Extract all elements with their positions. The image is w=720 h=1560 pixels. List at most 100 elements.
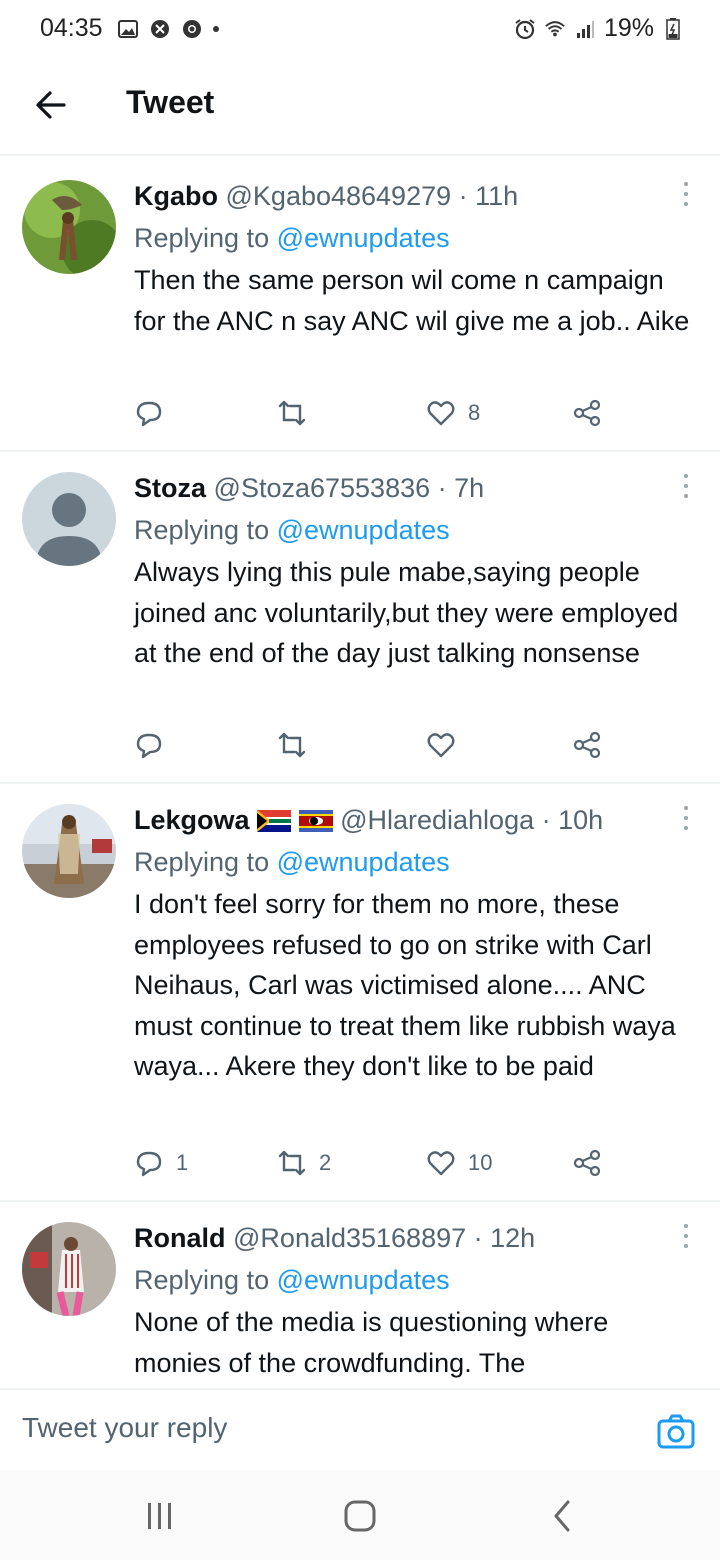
back-icon[interactable] [542, 1498, 582, 1534]
replying-to: Replying to @ewnupdates [134, 1262, 696, 1298]
reply-composer[interactable]: Tweet your reply [0, 1388, 720, 1472]
tweet-meta: Stoza @Stoza67553836 · 7h [134, 470, 696, 506]
tweet-actions: 1 2 10 [134, 1148, 614, 1184]
shield-icon [149, 18, 171, 40]
author-name[interactable]: Stoza [134, 473, 206, 503]
page-title: Tweet [126, 84, 215, 120]
south-africa-flag-icon [257, 810, 292, 832]
heart-icon [427, 733, 455, 758]
chrome-icon [181, 18, 203, 40]
gallery-icon [117, 18, 139, 40]
like-button[interactable] [426, 730, 468, 760]
avatar[interactable] [22, 1222, 116, 1316]
reply-count: 1 [176, 1150, 189, 1175]
share-icon [573, 1149, 601, 1177]
author-handle[interactable]: @Stoza67553836 [214, 473, 431, 503]
more-options-icon[interactable] [682, 1224, 690, 1252]
tweet-meta: Kgabo @Kgabo48649279 · 11h [134, 178, 696, 214]
recent-apps-icon[interactable] [140, 1498, 180, 1534]
replying-prefix: Replying to [134, 515, 277, 545]
tweet-reply[interactable]: Ronald @Ronald35168897 · 12h Replying to… [0, 1200, 720, 1388]
retweet-icon [278, 400, 306, 426]
reply-input[interactable]: Tweet your reply [22, 1412, 227, 1444]
tweet-time: · 12h [473, 1223, 536, 1253]
more-options-icon[interactable] [682, 474, 690, 502]
tweet-time: · 11h [458, 181, 519, 211]
status-right: 19% [514, 14, 684, 43]
retweet-icon [278, 732, 306, 758]
retweet-icon [278, 1150, 306, 1176]
avatar[interactable] [22, 180, 116, 274]
retweet-button[interactable] [277, 730, 319, 760]
heart-icon [427, 1151, 455, 1176]
status-left: 04:35 [40, 14, 219, 43]
battery-percent: 19% [603, 14, 654, 42]
share-button[interactable] [572, 1148, 602, 1178]
replying-to: Replying to @ewnupdates [134, 512, 696, 548]
signal-icon [574, 18, 596, 40]
tweet-meta: Lekgowa @Hlarediahloga · 10h [134, 802, 696, 838]
avatar[interactable] [22, 472, 116, 566]
mention-link[interactable]: @ewnupdates [277, 223, 450, 253]
tweet-reply[interactable]: Kgabo @Kgabo48649279 · 11h Replying to @… [0, 158, 720, 452]
author-name[interactable]: Ronald [134, 1223, 226, 1253]
tweet-meta: Ronald @Ronald35168897 · 12h [134, 1220, 696, 1256]
eswatini-flag-icon [298, 810, 333, 832]
mention-link[interactable]: @ewnupdates [277, 515, 450, 545]
replying-prefix: Replying to [134, 847, 277, 877]
like-count: 8 [468, 400, 481, 425]
app-header: Tweet [0, 60, 720, 156]
tweet-text: Then the same person wil come n campaign… [134, 265, 690, 336]
tweet-reply[interactable]: Stoza @Stoza67553836 · 7h Replying to @e… [0, 450, 720, 784]
reply-icon [136, 401, 162, 427]
tweet-actions [134, 730, 614, 766]
tweet-time: · 10h [541, 805, 604, 835]
tweet-actions: 8 [134, 398, 614, 434]
retweet-button[interactable] [277, 398, 319, 428]
reply-icon [136, 733, 162, 759]
tweet-reply[interactable]: Lekgowa @Hlarediahloga · 10h Replying to… [0, 782, 720, 1202]
arrow-left-icon[interactable] [34, 88, 68, 122]
system-nav-bar [0, 1470, 720, 1560]
author-handle[interactable]: @Ronald35168897 [233, 1223, 466, 1253]
tweet-time: · 7h [437, 473, 485, 503]
wifi-icon [544, 18, 566, 40]
share-button[interactable] [572, 730, 602, 760]
like-count: 10 [468, 1150, 493, 1175]
battery-icon [662, 17, 684, 40]
replying-to: Replying to @ewnupdates [134, 844, 696, 880]
heart-icon [427, 401, 455, 426]
retweet-count: 2 [319, 1150, 332, 1175]
tweet-text: None of the media is questioning where m… [134, 1307, 609, 1378]
notification-dot [212, 25, 219, 32]
home-icon[interactable] [340, 1498, 380, 1534]
share-button[interactable] [572, 398, 602, 428]
more-options-icon[interactable] [682, 182, 690, 210]
like-button[interactable]: 10 [426, 1148, 492, 1178]
author-name[interactable]: Lekgowa [134, 805, 250, 835]
mention-link[interactable]: @ewnupdates [277, 847, 450, 877]
reply-button[interactable]: 1 [134, 1148, 188, 1178]
replying-to: Replying to @ewnupdates [134, 220, 696, 256]
reply-button[interactable] [134, 398, 176, 428]
status-bar: 04:35 19% [0, 0, 720, 60]
author-handle[interactable]: @Hlarediahloga [340, 805, 534, 835]
like-button[interactable]: 8 [426, 398, 480, 428]
tweet-text: Always lying this pule mabe,saying peopl… [134, 557, 679, 668]
status-time: 04:35 [40, 14, 103, 42]
author-handle[interactable]: @Kgabo48649279 [226, 181, 452, 211]
camera-icon[interactable] [656, 1412, 696, 1452]
retweet-button[interactable]: 2 [277, 1148, 331, 1178]
mention-link[interactable]: @ewnupdates [277, 1265, 450, 1295]
replying-prefix: Replying to [134, 223, 277, 253]
share-icon [573, 399, 601, 427]
avatar[interactable] [22, 804, 116, 898]
reply-icon [136, 1151, 162, 1177]
tweet-text: I don't feel sorry for them no more, the… [134, 889, 676, 1081]
author-name[interactable]: Kgabo [134, 181, 218, 211]
reply-button[interactable] [134, 730, 176, 760]
replying-prefix: Replying to [134, 1265, 277, 1295]
share-icon [573, 731, 601, 759]
more-options-icon[interactable] [682, 806, 690, 834]
alarm-icon [514, 18, 536, 40]
